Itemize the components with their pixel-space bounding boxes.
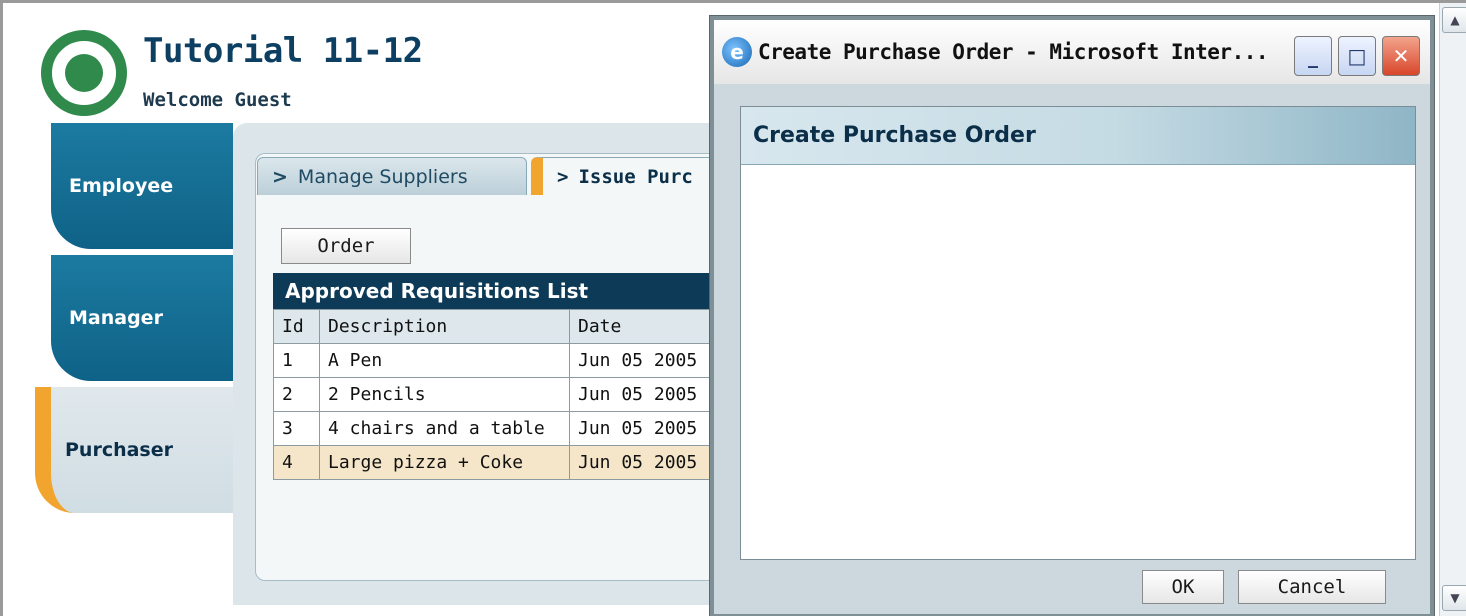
tab-issue-purchase[interactable]: > Issue Purc (531, 157, 731, 195)
panel-title: Create Purchase Order (741, 107, 1415, 165)
cell-id: 4 (273, 445, 320, 480)
cell-id: 3 (273, 411, 320, 446)
app-title: Tutorial 11-12 (143, 31, 423, 71)
column-header-description: Description (319, 309, 570, 344)
role-tab-purchaser[interactable]: Purchaser (35, 387, 233, 513)
app-page: Tutorial 11-12 Welcome Guest Employee Ma… (0, 0, 1466, 616)
cell-description: Large pizza + Coke (319, 445, 570, 480)
column-header-id: Id (273, 309, 320, 344)
tab-manage-suppliers[interactable]: > Manage Suppliers (257, 157, 527, 195)
cell-description: 4 chairs and a table (319, 411, 570, 446)
maximize-button[interactable]: □ (1338, 36, 1376, 76)
grid-title: Approved Requisitions List (273, 273, 733, 309)
minimize-button[interactable]: _ (1294, 36, 1332, 76)
chevron-right-icon: > (272, 165, 288, 188)
scroll-up-icon[interactable]: ▲ (1442, 7, 1466, 33)
close-icon: ✕ (1392, 44, 1410, 68)
close-button[interactable]: ✕ (1382, 36, 1420, 76)
table-row[interactable]: 1 A Pen Jun 05 2005 (273, 343, 734, 378)
welcome-text: Welcome Guest (143, 89, 292, 111)
table-row[interactable]: 2 2 Pencils Jun 05 2005 (273, 377, 734, 412)
table-row-selected[interactable]: 4 Large pizza + Coke Jun 05 2005 (273, 445, 734, 480)
purchase-order-panel: Create Purchase Order (740, 106, 1416, 560)
cancel-button[interactable]: Cancel (1238, 570, 1386, 604)
table-header-row: Id Description Date (273, 309, 734, 344)
window-title: Create Purchase Order - Microsoft Inter.… (758, 40, 1269, 64)
vertical-scrollbar[interactable]: ▲ ▼ (1439, 3, 1466, 616)
create-purchase-order-window: e Create Purchase Order - Microsoft Inte… (709, 15, 1435, 616)
requisitions-table: Id Description Date 1 A Pen Jun 05 2005 … (273, 309, 734, 480)
window-body: Create Purchase Order OK Cancel (714, 84, 1430, 614)
table-row[interactable]: 3 4 chairs and a table Jun 05 2005 (273, 411, 734, 446)
tab-label: Manage Suppliers (297, 165, 468, 188)
scroll-down-icon[interactable]: ▼ (1442, 585, 1466, 611)
app-logo (41, 30, 127, 116)
role-tab-employee[interactable]: Employee (51, 123, 233, 249)
cell-id: 1 (273, 343, 320, 378)
chevron-right-icon: > (557, 165, 569, 188)
role-tab-label: Manager (69, 307, 163, 329)
tab-label: Issue Purc (578, 165, 693, 188)
role-tab-manager[interactable]: Manager (51, 255, 233, 381)
cell-description: A Pen (319, 343, 570, 378)
window-titlebar[interactable]: e Create Purchase Order - Microsoft Inte… (714, 20, 1430, 84)
order-button[interactable]: Order (281, 228, 411, 264)
minimize-icon: _ (1308, 44, 1318, 68)
ok-button[interactable]: OK (1142, 570, 1224, 604)
maximize-icon: □ (1347, 44, 1367, 68)
cell-id: 2 (273, 377, 320, 412)
role-tab-label: Purchaser (65, 439, 173, 461)
internet-explorer-icon: e (722, 37, 752, 67)
cell-description: 2 Pencils (319, 377, 570, 412)
role-tab-label: Employee (69, 175, 174, 197)
